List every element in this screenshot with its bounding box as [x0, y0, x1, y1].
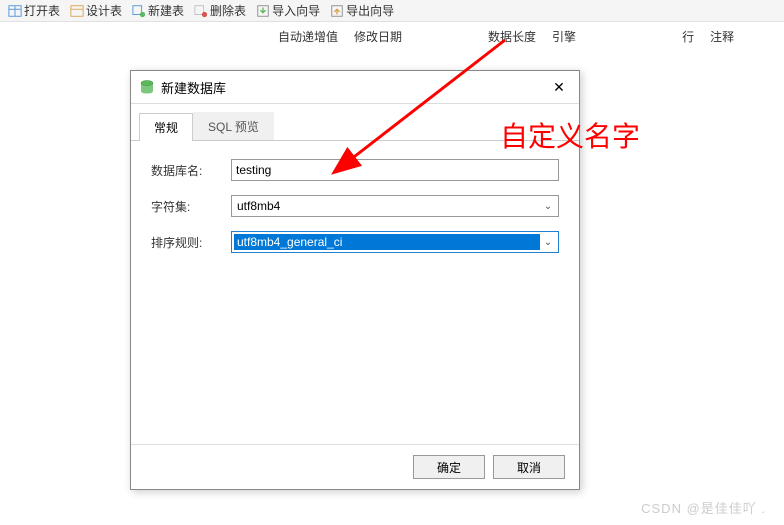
collation-value: utf8mb4_general_ci: [234, 234, 540, 250]
toolbar-delete-table[interactable]: 删除表: [190, 1, 250, 20]
chevron-down-icon: ⌄: [540, 201, 556, 212]
col-data-length: 数据长度: [480, 26, 544, 47]
col-rows: 行: [674, 26, 702, 47]
tab-general[interactable]: 常规: [139, 113, 193, 141]
charset-label: 字符集:: [151, 198, 231, 215]
toolbar-label: 删除表: [210, 2, 246, 19]
export-icon: [330, 4, 344, 18]
table-icon: [8, 4, 22, 18]
dialog-titlebar: 新建数据库 ✕: [131, 71, 579, 104]
toolbar-import-wizard[interactable]: 导入向导: [252, 1, 324, 20]
db-name-label: 数据库名:: [151, 162, 231, 179]
toolbar-label: 新建表: [148, 2, 184, 19]
new-table-icon: [132, 4, 146, 18]
col-engine: 引擎: [544, 26, 584, 47]
dialog-title: 新建数据库: [161, 78, 547, 97]
toolbar-design-table[interactable]: 设计表: [66, 1, 126, 20]
toolbar-label: 设计表: [86, 2, 122, 19]
tab-sql-preview[interactable]: SQL 预览: [193, 112, 274, 140]
col-modify-date: 修改日期: [346, 26, 410, 47]
toolbar-new-table[interactable]: 新建表: [128, 1, 188, 20]
dialog-button-bar: 确定 取消: [131, 444, 579, 489]
database-icon: [139, 79, 155, 95]
collation-select[interactable]: utf8mb4_general_ci ⌄: [231, 231, 559, 253]
ok-button[interactable]: 确定: [413, 455, 485, 479]
form-area: 数据库名: 字符集: utf8mb4 ⌄ 排序规则: utf8mb4_gener…: [131, 141, 579, 444]
collation-label: 排序规则:: [151, 234, 231, 251]
cancel-button[interactable]: 取消: [493, 455, 565, 479]
chevron-down-icon: ⌄: [540, 237, 556, 248]
delete-table-icon: [194, 4, 208, 18]
toolbar-open-table[interactable]: 打开表: [4, 1, 64, 20]
col-auto-increment: 自动递增值: [270, 26, 346, 47]
toolbar-label: 打开表: [24, 2, 60, 19]
main-toolbar: 打开表 设计表 新建表 删除表 导入向导 导出向导: [0, 0, 784, 22]
table-header-row: 自动递增值 修改日期 数据长度 引擎 行 注释: [0, 22, 784, 51]
watermark: CSDN @是佳佳吖 .: [641, 498, 766, 517]
charset-select[interactable]: utf8mb4 ⌄: [231, 195, 559, 217]
toolbar-label: 导出向导: [346, 2, 394, 19]
design-icon: [70, 4, 84, 18]
annotation-text: 自定义名字: [500, 115, 640, 155]
charset-value: utf8mb4: [234, 199, 540, 213]
close-button[interactable]: ✕: [547, 77, 571, 97]
db-name-input[interactable]: [231, 159, 559, 181]
toolbar-label: 导入向导: [272, 2, 320, 19]
toolbar-export-wizard[interactable]: 导出向导: [326, 1, 398, 20]
import-icon: [256, 4, 270, 18]
col-comment: 注释: [702, 26, 742, 47]
